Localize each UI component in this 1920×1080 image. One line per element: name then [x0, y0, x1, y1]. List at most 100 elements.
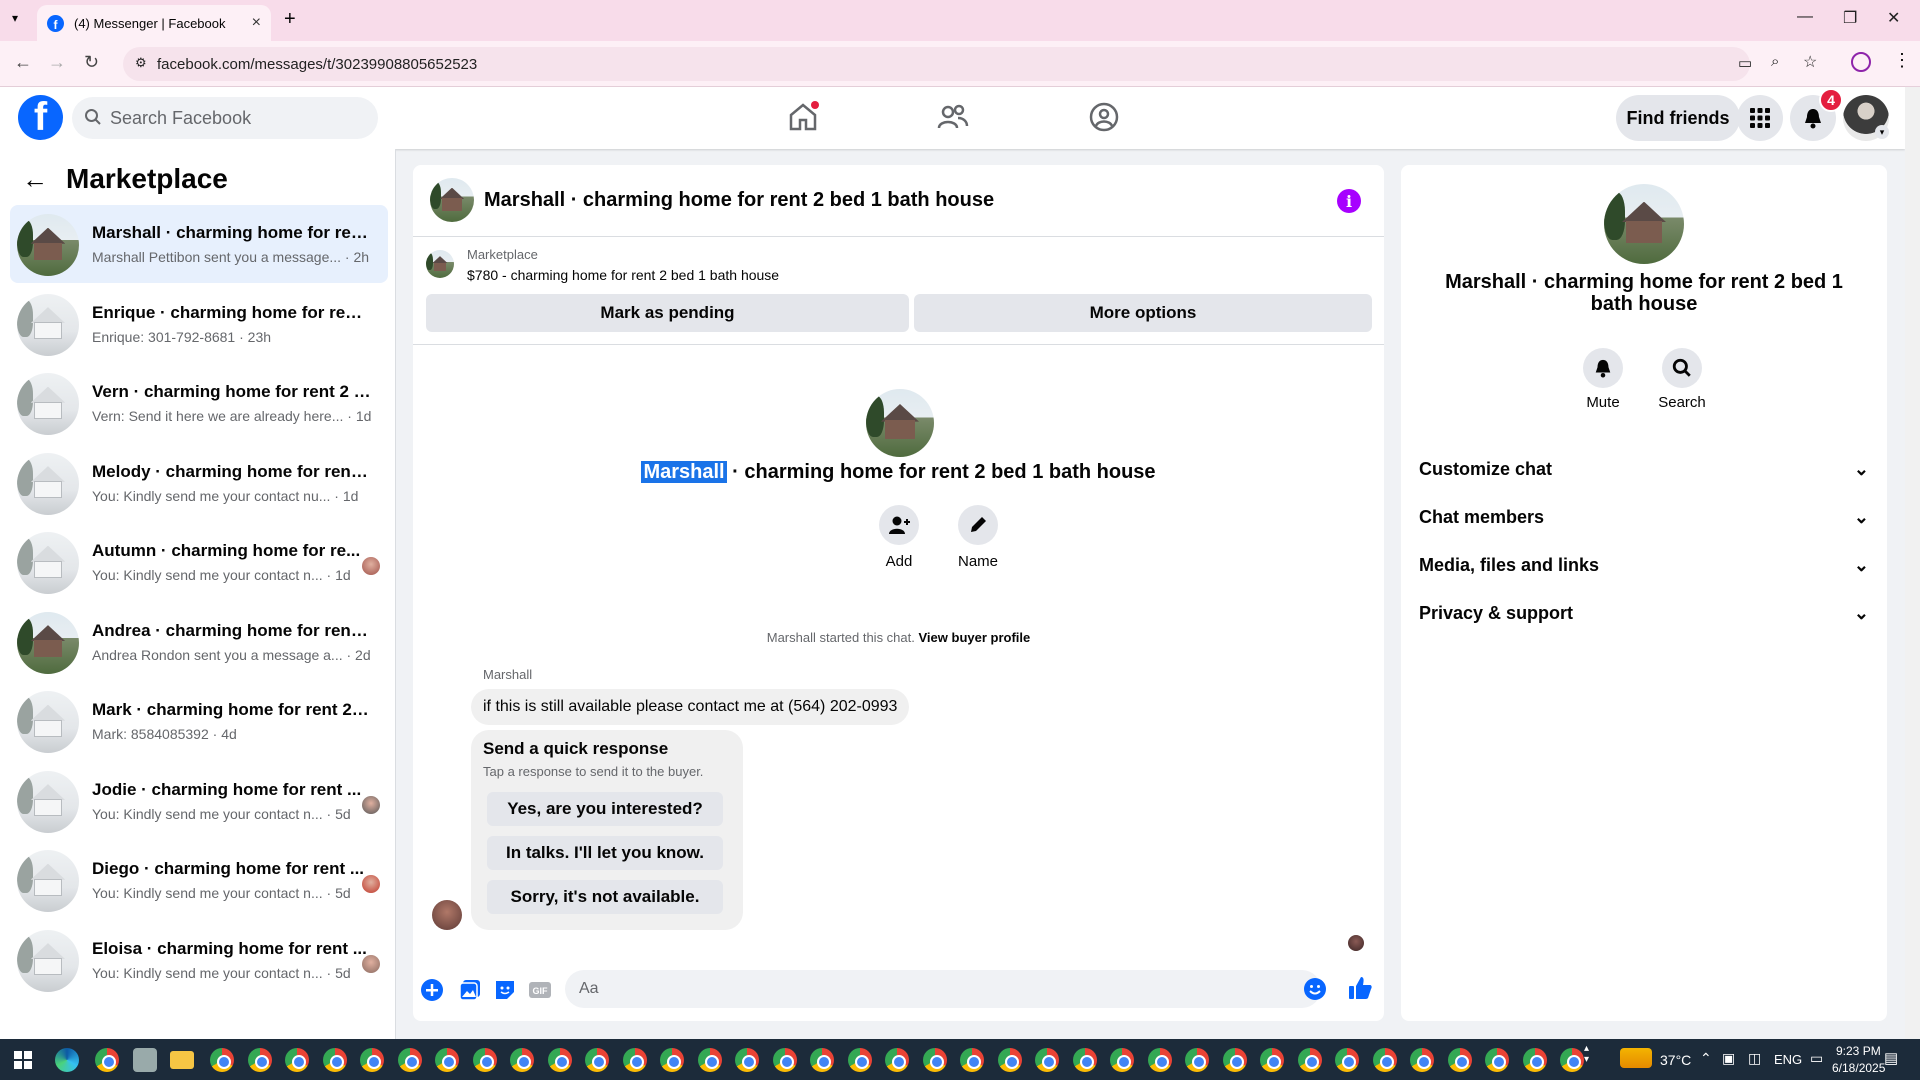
chrome-window-icon[interactable]	[735, 1048, 759, 1072]
clock-time[interactable]: 9:23 PM	[1836, 1044, 1881, 1058]
network-icon[interactable]: ▣	[1722, 1050, 1735, 1067]
emoji-icon[interactable]	[1303, 977, 1327, 1001]
conversation-item[interactable]: Marshall · charming home for rent... Mars…	[10, 205, 388, 283]
info-icon[interactable]: i	[1337, 189, 1361, 213]
chrome-window-icon[interactable]	[1072, 1048, 1097, 1072]
new-tab-icon[interactable]: +	[284, 8, 296, 31]
conversation-item[interactable]: Enrique · charming home for rent ... Enri…	[10, 285, 388, 363]
find-friends-button[interactable]: Find friends	[1616, 95, 1740, 141]
tray-chevron-icon[interactable]: ⌃	[1700, 1050, 1712, 1067]
message-bubble[interactable]: if this is still available please contac…	[471, 689, 910, 725]
mute-button[interactable]: Mute	[1568, 348, 1638, 411]
profile-icon[interactable]	[1851, 52, 1871, 72]
conversation-item[interactable]: Vern · charming home for rent 2 b... Vern…	[10, 364, 388, 442]
privacy-support-section[interactable]: Privacy & support ⌄	[1419, 598, 1869, 628]
chrome-window-icon[interactable]	[472, 1048, 497, 1072]
chrome-window-icon[interactable]	[885, 1048, 909, 1072]
chrome-window-icon[interactable]	[1447, 1048, 1472, 1072]
groups-icon[interactable]	[1087, 100, 1121, 134]
customize-chat-section[interactable]: Customize chat ⌄	[1419, 454, 1869, 484]
chat-avatar[interactable]	[430, 178, 474, 222]
zoom-icon[interactable]: ⌕	[1771, 53, 1779, 70]
bookmark-star-icon[interactable]: ☆	[1803, 52, 1817, 72]
chrome-window-icon[interactable]	[660, 1048, 684, 1072]
file-explorer-icon[interactable]	[170, 1051, 194, 1069]
sticker-icon[interactable]	[493, 978, 517, 1002]
chrome-window-icon[interactable]	[510, 1048, 534, 1072]
chrome-window-icon[interactable]	[247, 1048, 272, 1072]
chrome-window-icon[interactable]	[1410, 1048, 1434, 1072]
media-files-links-section[interactable]: Media, files and links ⌄	[1419, 550, 1869, 580]
mark-as-pending-button[interactable]: Mark as pending	[426, 294, 909, 332]
chrome-window-icon[interactable]	[210, 1048, 234, 1072]
chrome-window-icon[interactable]	[810, 1048, 834, 1072]
conversation-item[interactable]: Eloisa · charming home for rent ... You: …	[10, 921, 388, 999]
edge-icon[interactable]	[55, 1048, 79, 1072]
conversation-item[interactable]: Autumn · charming home for re... You: Kin…	[10, 523, 388, 601]
back-icon[interactable]: ←	[14, 52, 32, 73]
facebook-logo-icon[interactable]: f	[18, 95, 63, 140]
site-info-icon[interactable]: ⚙	[135, 55, 147, 71]
chrome-window-icon[interactable]	[922, 1048, 947, 1072]
app-icon[interactable]	[133, 1048, 157, 1072]
home-icon[interactable]	[786, 100, 820, 134]
address-bar[interactable]: ⚙ facebook.com/messages/t/30239908805652…	[123, 47, 1817, 81]
taskbar-scroll-icon[interactable]: ▴ ▾	[1584, 1043, 1589, 1065]
chrome-window-icon[interactable]	[360, 1048, 384, 1072]
close-tab-icon[interactable]: ×	[252, 14, 261, 32]
chrome-window-icon[interactable]	[1260, 1048, 1284, 1072]
chrome-window-icon[interactable]	[1560, 1048, 1584, 1072]
weather-temp[interactable]: 37°C	[1660, 1052, 1691, 1068]
gif-icon[interactable]: GIF	[528, 978, 552, 1002]
account-chevron-icon[interactable]: ▾	[1875, 125, 1889, 139]
chrome-window-icon[interactable]	[547, 1048, 572, 1072]
chrome-window-icon[interactable]	[1522, 1048, 1547, 1072]
chrome-window-icon[interactable]	[1372, 1048, 1397, 1072]
forward-icon[interactable]: →	[48, 52, 66, 73]
conversation-item[interactable]: Melody · charming home for rent ... You: …	[10, 444, 388, 522]
conversation-item[interactable]: Mark · charming home for rent 2 b... Mark…	[10, 682, 388, 760]
volume-icon[interactable]: ◫	[1748, 1050, 1761, 1067]
reload-icon[interactable]: ↻	[84, 52, 99, 73]
chrome-window-icon[interactable]	[1222, 1048, 1247, 1072]
conversation-item[interactable]: Andrea · charming home for rent ... Andre…	[10, 603, 388, 681]
menu-grid-button[interactable]	[1737, 95, 1783, 141]
message-input[interactable]: Aa	[565, 970, 1321, 1008]
chrome-window-icon[interactable]	[847, 1048, 872, 1072]
quick-reply-button[interactable]: Sorry, it's not available.	[487, 880, 723, 914]
conversation-item[interactable]: Jodie · charming home for rent ... You: K…	[10, 762, 388, 840]
battery-icon[interactable]: ▭	[1810, 1050, 1823, 1067]
chrome-window-icon[interactable]	[585, 1048, 609, 1072]
chrome-window-icon[interactable]	[960, 1048, 984, 1072]
install-app-icon[interactable]: ▭	[1738, 54, 1752, 72]
chat-title[interactable]: Marshall · charming home for rent 2 bed …	[484, 189, 994, 212]
back-arrow-icon[interactable]: ←	[22, 164, 48, 195]
listing-thumbnail[interactable]	[426, 250, 454, 278]
tab-search-icon[interactable]: ▾	[12, 11, 18, 25]
facebook-search-input[interactable]: Search Facebook	[72, 97, 378, 139]
like-thumb-icon[interactable]	[1347, 975, 1373, 1001]
chrome-window-icon[interactable]	[622, 1048, 647, 1072]
chrome-window-icon[interactable]	[1147, 1048, 1172, 1072]
restore-icon[interactable]: ❐	[1843, 8, 1857, 28]
close-window-icon[interactable]: ✕	[1887, 8, 1900, 28]
chrome-window-icon[interactable]	[435, 1048, 459, 1072]
info-avatar[interactable]	[1604, 184, 1684, 264]
chrome-window-icon[interactable]	[1110, 1048, 1134, 1072]
minimize-icon[interactable]: —	[1797, 8, 1813, 26]
clock-date[interactable]: 6/18/2025	[1832, 1061, 1885, 1075]
view-buyer-profile-link[interactable]: View buyer profile	[919, 630, 1031, 645]
chrome-window-icon[interactable]	[997, 1048, 1022, 1072]
windows-start-icon[interactable]	[14, 1051, 32, 1069]
conversation-item[interactable]: Diego · charming home for rent ... You: K…	[10, 841, 388, 919]
listing-price-title[interactable]: $780 - charming home for rent 2 bed 1 ba…	[467, 267, 779, 283]
chrome-window-icon[interactable]	[1485, 1048, 1509, 1072]
page-scrollbar[interactable]	[1905, 87, 1920, 1039]
more-options-button[interactable]: More options	[914, 294, 1372, 332]
photo-icon[interactable]	[458, 978, 482, 1002]
chat-members-section[interactable]: Chat members ⌄	[1419, 502, 1869, 532]
quick-reply-button[interactable]: Yes, are you interested?	[487, 792, 723, 826]
friends-icon[interactable]	[936, 100, 970, 134]
quick-reply-button[interactable]: In talks. I'll let you know.	[487, 836, 723, 870]
chrome-window-icon[interactable]	[1335, 1048, 1359, 1072]
